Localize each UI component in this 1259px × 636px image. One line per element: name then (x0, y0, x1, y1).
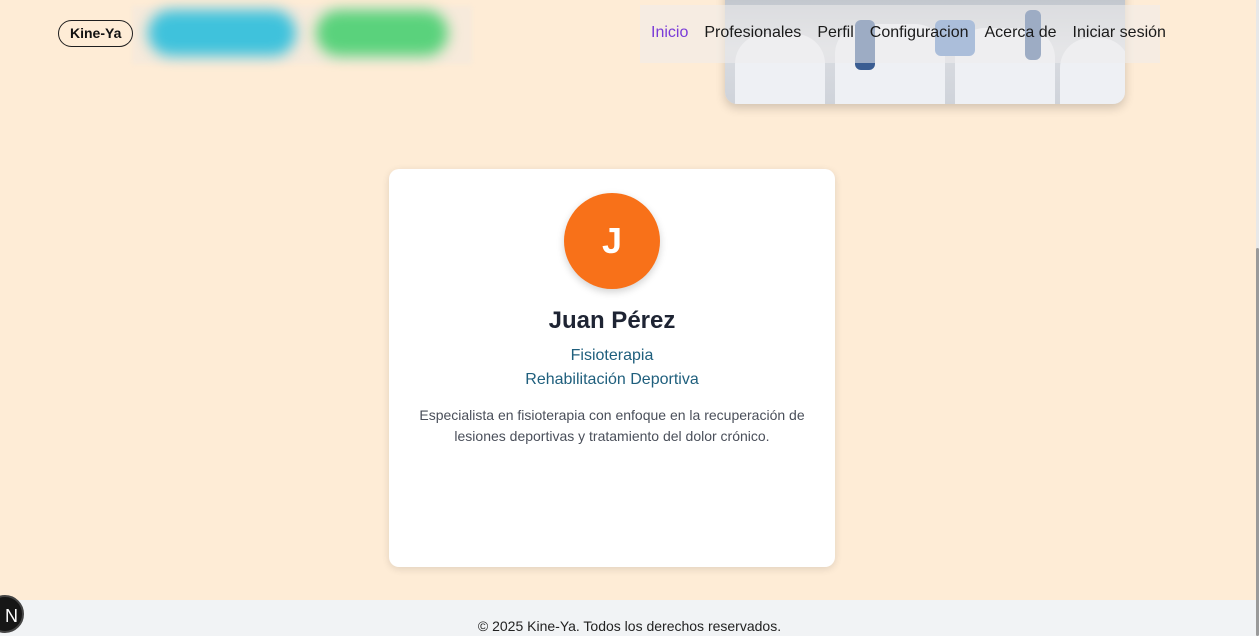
nav-inicio[interactable]: Inicio (651, 24, 688, 42)
professional-card[interactable]: J Juan Pérez Fisioterapia Rehabilitación… (389, 169, 835, 567)
footer: © 2025 Kine-Ya. Todos los derechos reser… (0, 600, 1259, 636)
specialty-label: Rehabilitación Deportiva (525, 371, 699, 388)
main-nav: Inicio Profesionales Perfil Configuracio… (651, 24, 1166, 42)
avatar: J (564, 193, 660, 289)
nav-iniciar-sesion[interactable]: Iniciar sesión (1073, 24, 1166, 42)
nav-configuracion[interactable]: Configuracion (870, 24, 969, 42)
professional-name: Juan Pérez (548, 307, 676, 334)
nav-acerca-de[interactable]: Acerca de (985, 24, 1057, 42)
blurred-button-green[interactable] (316, 10, 448, 56)
logo-button[interactable]: Kine-Ya (58, 20, 134, 47)
nav-perfil[interactable]: Perfil (817, 24, 853, 42)
professional-description: Especialista en fisioterapia con enfoque… (419, 407, 805, 444)
specialty-label: Fisioterapia (570, 347, 654, 364)
copyright-text: © 2025 Kine-Ya. Todos los derechos reser… (477, 618, 782, 634)
page: Kine-Ya Inicio Profesionales Perfil Conf… (0, 0, 1259, 636)
blurred-button-blue[interactable] (148, 10, 296, 56)
nav-profesionales[interactable]: Profesionales (704, 24, 801, 42)
